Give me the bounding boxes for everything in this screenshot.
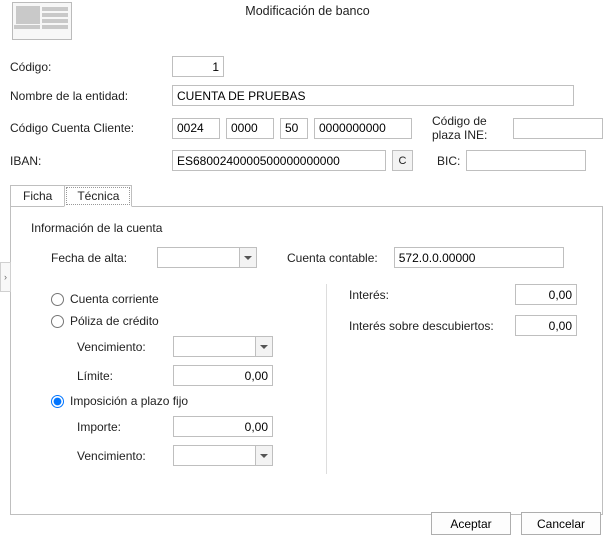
cuenta-contable-label: Cuenta contable: <box>287 251 378 265</box>
nombre-entidad-label: Nombre de la entidad: <box>10 89 172 103</box>
fecha-alta-dropdown-icon[interactable] <box>239 247 257 268</box>
ine-label: Código de plaza INE: <box>432 114 507 142</box>
cancel-button[interactable]: Cancelar <box>521 512 601 535</box>
ccc-bank-input[interactable] <box>172 118 220 139</box>
fecha-alta-label: Fecha de alta: <box>51 251 151 265</box>
radio-cuenta-corriente-label: Cuenta corriente <box>70 292 159 306</box>
interes-descubierto-label: Interés sobre descubiertos: <box>349 319 509 333</box>
ccc-account-input[interactable] <box>314 118 412 139</box>
iban-calc-button[interactable]: C <box>392 150 413 171</box>
bic-label: BIC: <box>437 154 460 168</box>
fecha-alta-input[interactable] <box>157 247 239 268</box>
ccc-dc-input[interactable] <box>280 118 308 139</box>
poliza-vencimiento-label: Vencimiento: <box>77 340 167 354</box>
radio-poliza-credito[interactable] <box>51 315 64 328</box>
codigo-label: Código: <box>10 60 172 74</box>
ine-input[interactable] <box>513 118 603 139</box>
iban-input[interactable] <box>172 150 386 171</box>
accept-button[interactable]: Aceptar <box>431 512 511 535</box>
nombre-entidad-input[interactable] <box>172 85 574 106</box>
radio-plazo-fijo-label: Imposición a plazo fijo <box>70 394 188 408</box>
limite-label: Límite: <box>77 369 167 383</box>
doc-thumbnail-icon <box>12 2 72 40</box>
interes-descubierto-input[interactable] <box>515 315 577 336</box>
bic-input[interactable] <box>466 150 586 171</box>
poliza-vencimiento-input[interactable] <box>173 336 255 357</box>
tab-ficha[interactable]: Ficha <box>10 185 65 206</box>
collapse-handle[interactable]: › <box>0 262 11 292</box>
iban-label: IBAN: <box>10 154 172 168</box>
ccc-label: Código Cuenta Cliente: <box>10 121 172 135</box>
interes-input[interactable] <box>515 284 577 305</box>
interes-label: Interés: <box>349 288 509 302</box>
limite-input[interactable] <box>173 365 273 386</box>
poliza-vencimiento-dropdown-icon[interactable] <box>255 336 273 357</box>
tecnica-panel: Información de la cuenta Fecha de alta: … <box>10 207 603 515</box>
ccc-branch-input[interactable] <box>226 118 274 139</box>
importe-label: Importe: <box>77 420 167 434</box>
plazo-vencimiento-label: Vencimiento: <box>77 449 167 463</box>
tab-tecnica[interactable]: Técnica <box>64 185 132 207</box>
cuenta-contable-input[interactable] <box>394 247 564 268</box>
codigo-input[interactable] <box>172 56 224 77</box>
plazo-vencimiento-dropdown-icon[interactable] <box>255 445 273 466</box>
dialog-title: Modificación de banco <box>72 2 603 18</box>
radio-cuenta-corriente[interactable] <box>51 293 64 306</box>
section-title: Información de la cuenta <box>31 221 582 235</box>
importe-input[interactable] <box>173 416 273 437</box>
radio-poliza-credito-label: Póliza de crédito <box>70 314 159 328</box>
plazo-vencimiento-input[interactable] <box>173 445 255 466</box>
radio-plazo-fijo[interactable] <box>51 395 64 408</box>
